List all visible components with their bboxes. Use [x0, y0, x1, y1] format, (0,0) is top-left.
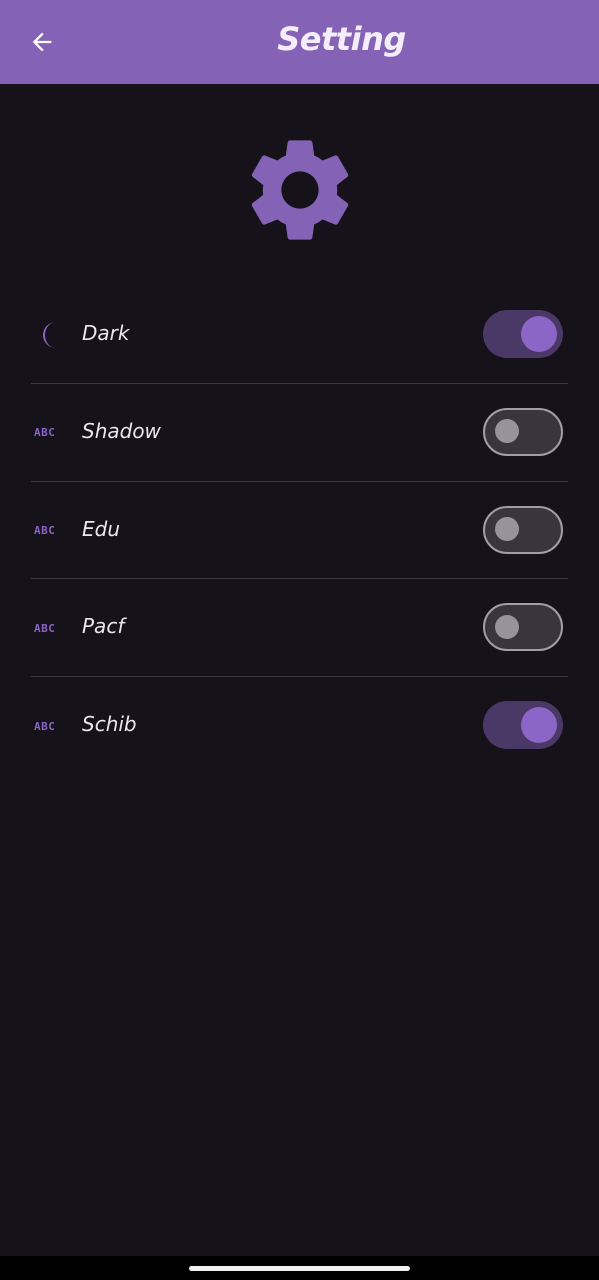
setting-label: Edu [82, 516, 121, 541]
abc-icon: ABC [34, 524, 56, 537]
app-bar: Setting [0, 0, 599, 84]
toggle-knob [521, 707, 557, 743]
toggle-knob [495, 517, 519, 541]
abc-icon: ABC [34, 621, 56, 635]
edu-toggle[interactable] [483, 505, 563, 554]
settings-list: Dark ABC Shadow ABC Edu ABC Pacf ABC Sch… [0, 286, 599, 775]
setting-label: Shadow [82, 418, 161, 443]
setting-label: Dark [82, 321, 130, 345]
pacf-toggle[interactable] [483, 603, 563, 652]
setting-row-schib: ABC Schib [0, 677, 599, 775]
schib-toggle[interactable] [483, 701, 563, 749]
toggle-knob [495, 419, 519, 444]
setting-row-shadow: ABC Shadow [0, 384, 599, 482]
setting-row-dark: Dark [0, 286, 599, 384]
dark-toggle[interactable] [483, 310, 563, 358]
abc-icon: ABC [34, 426, 56, 440]
toggle-knob [495, 614, 519, 639]
system-nav-bar [0, 1256, 599, 1280]
moon-icon [34, 319, 66, 351]
page-title: Setting [277, 20, 406, 58]
home-indicator[interactable] [189, 1266, 410, 1271]
setting-row-edu: ABC Edu [0, 482, 599, 580]
toggle-knob [521, 316, 557, 352]
setting-label: Schib [82, 712, 137, 736]
setting-row-pacf: ABC Pacf [0, 579, 599, 677]
abc-icon: ABC [34, 719, 56, 733]
setting-label: Pacf [82, 614, 125, 639]
shadow-toggle[interactable] [483, 407, 563, 456]
gear-icon [251, 140, 349, 240]
